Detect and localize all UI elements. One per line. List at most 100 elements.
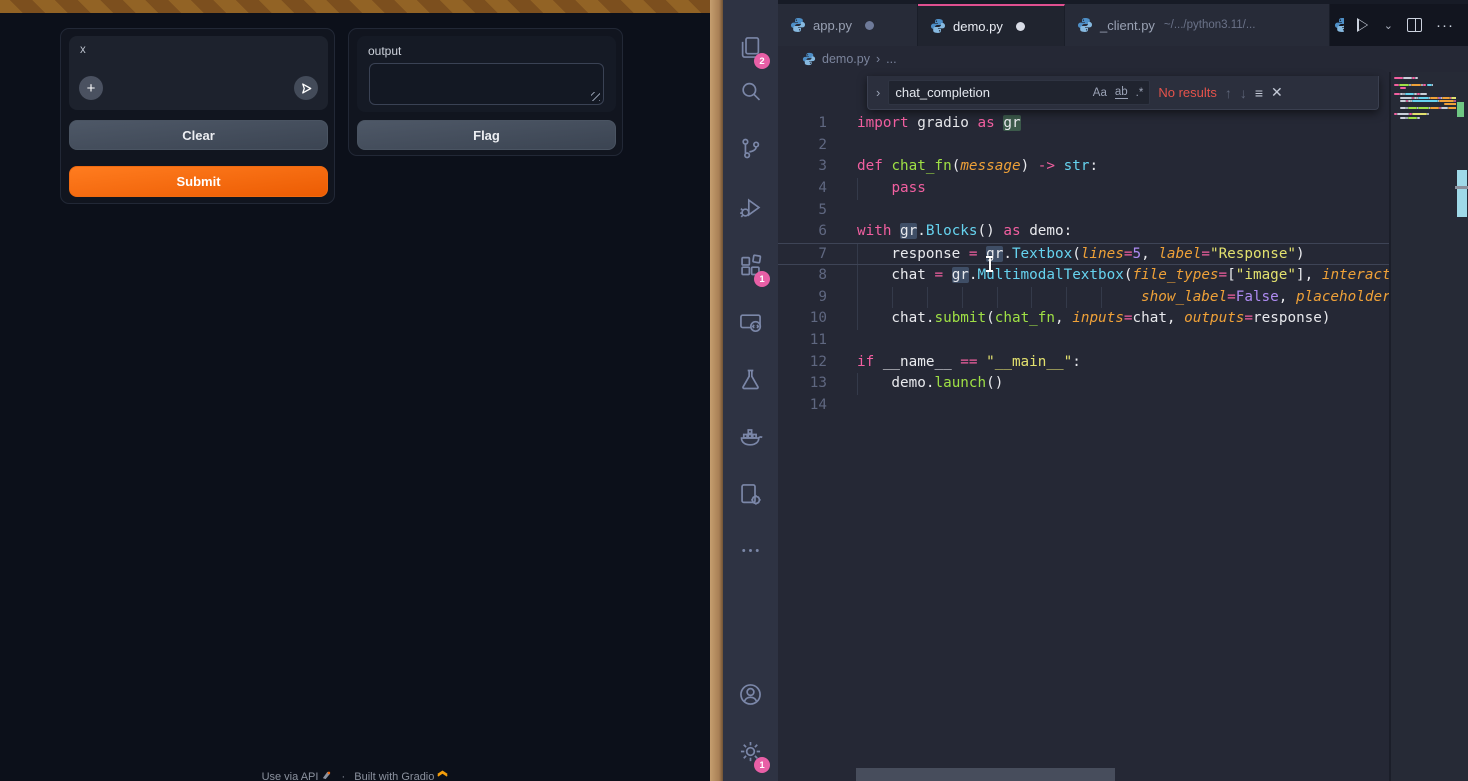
match-case-toggle[interactable]: Aa — [1093, 87, 1107, 99]
vertical-scrollbar-slider[interactable] — [1457, 170, 1467, 217]
code-runner-icon[interactable] — [723, 470, 778, 518]
clear-button[interactable]: Clear — [69, 120, 328, 150]
code-line[interactable]: 8 chat = gr.MultimodalTextbox(file_types… — [778, 265, 1389, 287]
more-views-icon[interactable] — [723, 526, 778, 574]
breadcrumb-separator: › — [876, 52, 880, 66]
tab-overflow-sliver[interactable] — [1330, 4, 1344, 46]
code-token: chat — [857, 267, 934, 283]
unsaved-dot[interactable] — [1016, 22, 1025, 31]
code-line[interactable]: 3def chat_fn(message) -> str: — [778, 156, 1389, 178]
code-line[interactable]: 13 demo.launch() — [778, 373, 1389, 395]
code-line[interactable]: 11 — [778, 330, 1389, 352]
minimap-column — [1389, 72, 1468, 781]
code-line[interactable]: 1import gradio as gr — [778, 113, 1389, 135]
code-token: label — [1158, 246, 1201, 262]
line-number[interactable]: 13 — [778, 373, 827, 395]
code-line[interactable]: 10 chat.submit(chat_fn, inputs=chat, out… — [778, 308, 1389, 330]
use-via-api-link[interactable]: Use via API — [262, 771, 319, 781]
settings-gear-icon[interactable]: 1 — [723, 727, 778, 775]
code-line[interactable]: 2 — [778, 135, 1389, 157]
code-text: if __name__ == "__main__": — [857, 352, 1081, 374]
code-line[interactable]: 9 show_label=False, placeholder= — [778, 287, 1389, 309]
whole-word-toggle[interactable]: ab — [1115, 86, 1128, 99]
unsaved-dot[interactable] — [865, 21, 874, 30]
code-line[interactable]: 7 response = gr.Textbox(lines=5, label="… — [778, 243, 1389, 265]
output-textarea[interactable] — [369, 63, 604, 105]
code-token: with — [857, 223, 900, 239]
code-token: message — [960, 158, 1020, 174]
testing-beaker-icon[interactable] — [723, 355, 778, 403]
built-with-gradio-link[interactable]: Built with Gradio — [354, 771, 434, 781]
code-line[interactable]: 12 if __name__ == "__main__": — [778, 352, 1389, 374]
line-number[interactable]: 11 — [778, 330, 827, 352]
source-control-icon[interactable] — [723, 124, 778, 172]
indent-guide — [892, 287, 893, 309]
minimap[interactable] — [1394, 77, 1456, 123]
line-number[interactable]: 7 — [778, 244, 827, 264]
tab-app-py[interactable]: app.py — [778, 4, 918, 46]
find-in-selection-button[interactable]: ≡ — [1255, 85, 1263, 101]
line-number[interactable]: 9 — [778, 287, 827, 309]
find-input[interactable]: chat_completion Aa ab .* — [888, 80, 1150, 105]
screen: x + Clear Submit output Flag Use via API… — [0, 0, 1468, 781]
code-token: Textbox — [1012, 246, 1072, 262]
line-number[interactable]: 3 — [778, 156, 827, 178]
line-number[interactable]: 5 — [778, 200, 827, 222]
remote-explorer-icon[interactable] — [723, 298, 778, 346]
minimap-line — [1394, 103, 1456, 105]
run-debug-icon[interactable] — [723, 183, 778, 231]
line-number[interactable]: 1 — [778, 113, 827, 135]
find-expand-chevron-icon[interactable]: › — [876, 85, 880, 100]
submit-button[interactable]: Submit — [69, 166, 328, 197]
mouse-ibeam-cursor — [985, 255, 994, 272]
code-token: : — [1072, 354, 1081, 370]
horizontal-scrollbar[interactable] — [856, 768, 1115, 781]
docker-icon[interactable] — [723, 413, 778, 461]
find-previous-button[interactable]: ↑ — [1225, 85, 1232, 101]
code-text: chat.submit(chat_fn, inputs=chat, output… — [857, 308, 1331, 330]
code-token: ], — [1296, 267, 1322, 283]
find-next-button[interactable]: ↓ — [1240, 85, 1247, 101]
breadcrumb-file[interactable]: demo.py — [822, 52, 870, 66]
code-line[interactable]: 5 — [778, 200, 1389, 222]
code-token: as — [1003, 223, 1029, 239]
tab-demo-py[interactable]: demo.py — [918, 4, 1065, 46]
line-number[interactable]: 14 — [778, 395, 827, 417]
code-line[interactable]: 6with gr.Blocks() as demo: — [778, 221, 1389, 243]
code-line[interactable]: 14 — [778, 395, 1389, 417]
explorer-icon[interactable]: 2 — [723, 23, 778, 71]
code-token: = — [1227, 289, 1236, 305]
find-close-button[interactable]: ✕ — [1271, 84, 1283, 101]
send-button[interactable] — [294, 76, 318, 100]
multimodal-input[interactable]: x + — [69, 36, 328, 110]
resize-handle[interactable] — [591, 92, 600, 101]
more-actions-button[interactable]: ··· — [1436, 17, 1454, 34]
code-token: show_label — [1141, 289, 1227, 305]
line-number[interactable]: 10 — [778, 308, 827, 330]
breadcrumb-more[interactable]: ... — [886, 52, 896, 66]
attach-file-button[interactable]: + — [79, 76, 103, 100]
indent-guide — [997, 287, 998, 309]
code-token: interactive — [1322, 267, 1389, 283]
flag-button[interactable]: Flag — [357, 120, 616, 150]
split-editor-button[interactable] — [1407, 18, 1422, 32]
account-icon[interactable] — [723, 670, 778, 718]
line-number[interactable]: 8 — [778, 265, 827, 287]
run-dropdown-chevron-icon[interactable]: ⌄ — [1384, 19, 1393, 32]
line-number[interactable]: 2 — [778, 135, 827, 157]
code-line[interactable]: 4 pass — [778, 178, 1389, 200]
search-icon[interactable] — [723, 67, 778, 115]
tab-client-py[interactable]: _client.py ~/.../python3.11/... — [1065, 4, 1330, 46]
line-number[interactable]: 4 — [778, 178, 827, 200]
extensions-icon[interactable]: 1 — [723, 241, 778, 289]
input-card: x + Clear Submit — [60, 28, 335, 204]
output-block: output — [357, 36, 616, 112]
line-number[interactable]: 6 — [778, 221, 827, 243]
code-text: pass — [857, 178, 926, 200]
regex-toggle[interactable]: .* — [1136, 87, 1144, 99]
line-number[interactable]: 12 — [778, 352, 827, 374]
tab-label: demo.py — [953, 19, 1003, 34]
code-token: def — [857, 158, 891, 174]
send-icon — [300, 82, 313, 95]
code-editor[interactable]: 1import gradio as gr23def chat_fn(messag… — [778, 72, 1389, 781]
